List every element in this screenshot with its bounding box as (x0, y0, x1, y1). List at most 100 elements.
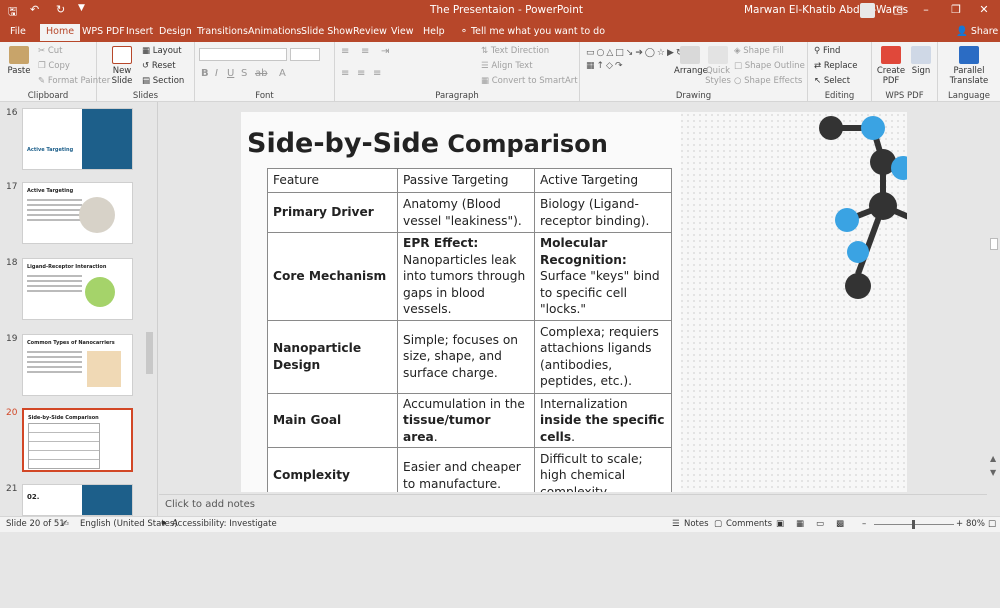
quick-styles-button[interactable]: Quick Styles (704, 46, 732, 86)
next-slide-icon[interactable]: ▼ (990, 468, 996, 477)
cut-button[interactable]: ✂ Cut (38, 46, 62, 56)
zoom-out-icon[interactable]: – (862, 519, 866, 529)
paste-button[interactable]: Paste (4, 46, 34, 76)
fit-slide-icon[interactable]: □ (988, 519, 996, 529)
tell-me-search[interactable]: ⚬ Tell me what you want to do (460, 26, 605, 37)
tab-home[interactable]: Home (40, 24, 81, 41)
italic-icon[interactable]: I (215, 68, 218, 79)
comparison-table[interactable]: Feature Passive Targeting Active Targeti… (267, 168, 672, 492)
find-button[interactable]: ⚲ Find (814, 46, 840, 56)
user-name[interactable]: Marwan El-Khatib Abd El-Wares (744, 4, 908, 16)
share-button[interactable]: 👤 Share (956, 26, 998, 37)
tab-slide-show[interactable]: Slide Show (301, 26, 353, 37)
shapes-gallery[interactable]: ▭○△□↘➔◯☆▶↻{}▦↑◇↷ (586, 47, 699, 87)
sign-button[interactable]: Sign (908, 46, 934, 76)
tab-review[interactable]: Review (353, 26, 387, 37)
notes-pane[interactable]: Click to add notes (159, 494, 987, 516)
shape-outline-button[interactable]: □ Shape Outline (734, 61, 805, 71)
slide-title[interactable]: Side-by-Side Comparison (247, 128, 608, 159)
slide[interactable]: Side-by-Side Comparison Feature Passive … (241, 112, 907, 492)
tab-design[interactable]: Design (159, 26, 192, 37)
tab-insert[interactable]: Insert (126, 26, 153, 37)
table-row: Primary Driver Anatomy (Blood vessel "le… (267, 192, 672, 233)
comments-button[interactable]: Comments (726, 519, 772, 529)
underline-icon[interactable]: U (227, 68, 234, 79)
arrange-button[interactable]: Arrange (674, 46, 708, 76)
select-button[interactable]: ↖ Select (814, 76, 850, 86)
smartart-button[interactable]: ▦ Convert to SmartArt (481, 76, 578, 86)
section-label: Section (152, 76, 185, 86)
maximize-icon[interactable]: ❐ (948, 3, 964, 19)
customize-quick-access-icon[interactable]: ▼ (78, 3, 85, 13)
table-row: Core Mechanism EPR Effect: Nanoparticles… (267, 232, 672, 321)
slide-thumbnail[interactable]: Active Targeting (22, 182, 133, 244)
copy-button[interactable]: ❐ Copy (38, 61, 70, 71)
numbering-icon[interactable]: ≡ (361, 46, 369, 57)
tab-wps-pdf[interactable]: WPS PDF (82, 26, 125, 37)
tab-transitions[interactable]: Transitions (197, 26, 248, 37)
thumbnail-scrollbar[interactable] (145, 208, 154, 608)
close-icon[interactable]: ✕ (976, 3, 992, 19)
zoom-level[interactable]: 80% (966, 519, 985, 529)
align-right-icon[interactable]: ≡ (373, 68, 381, 79)
tab-animations[interactable]: Animations (248, 26, 301, 37)
font-size-combo[interactable] (290, 48, 320, 61)
canvas-scrollbar[interactable]: ▲ ▼ (988, 102, 1000, 516)
redo-icon[interactable]: ↻ (56, 3, 65, 16)
bullets-icon[interactable]: ≡ (341, 46, 349, 57)
canvas-scroll-thumb[interactable] (990, 238, 998, 250)
previous-slide-icon[interactable]: ▲ (990, 454, 996, 463)
passive-bold: tissue/tumor area (403, 413, 491, 444)
accessibility-status[interactable]: Accessibility: Investigate (172, 519, 277, 529)
slide-thumbnail[interactable]: Active Targeting (22, 108, 133, 170)
active-end: . (571, 429, 575, 444)
slide-thumbnail[interactable]: Common Types of Nanocarriers (22, 334, 133, 396)
zoom-in-icon[interactable]: + (956, 519, 963, 529)
slide-thumbnail[interactable]: 02. (22, 484, 133, 516)
save-icon[interactable]: 🖫 (8, 3, 17, 22)
avatar[interactable] (860, 3, 875, 18)
minimize-icon[interactable]: – (918, 3, 934, 19)
normal-view-icon[interactable]: ▣ (776, 519, 784, 529)
thumb-title: Side-by-Side Comparison (28, 415, 99, 421)
strikethrough-icon[interactable]: ab (255, 68, 267, 79)
indent-icon[interactable]: ⇥ (381, 46, 389, 57)
passive-text: Nanoparticles leak into tumors through g… (403, 252, 526, 317)
reading-view-icon[interactable]: ▭ (816, 519, 824, 529)
align-left-icon[interactable]: ≡ (341, 68, 349, 79)
spelling-icon[interactable]: ✍ (62, 519, 69, 529)
tab-view[interactable]: View (391, 26, 414, 37)
zoom-slider-knob[interactable] (912, 520, 915, 529)
scrollbar-thumb[interactable] (146, 332, 153, 374)
shape-fill-button[interactable]: ◈ Shape Fill (734, 46, 784, 56)
comments-icon: ▢ (714, 519, 723, 529)
slide-sorter-icon[interactable]: ▦ (796, 519, 804, 529)
shape-effects-button[interactable]: ○ Shape Effects (734, 76, 802, 86)
align-text-button[interactable]: ☰ Align Text (481, 61, 533, 71)
bold-icon[interactable]: B (201, 68, 209, 79)
font-color-icon[interactable]: A (279, 68, 286, 79)
notes-button[interactable]: Notes (684, 519, 709, 529)
slide-show-icon[interactable]: ▩ (836, 519, 844, 529)
reset-button[interactable]: ↺ Reset (142, 61, 176, 71)
text-direction-button[interactable]: ⇅ Text Direction (481, 46, 549, 56)
slide-thumbnail[interactable]: Ligand-Receptor Interaction (22, 258, 133, 320)
font-family-combo[interactable] (199, 48, 287, 61)
undo-icon[interactable]: ↶ (30, 3, 39, 16)
create-pdf-button[interactable]: Create PDF (875, 46, 907, 86)
replace-button[interactable]: ⇄ Replace (814, 61, 857, 71)
ribbon-display-icon[interactable]: □ (890, 3, 906, 19)
align-center-icon[interactable]: ≡ (357, 68, 365, 79)
tab-help[interactable]: Help (423, 26, 445, 37)
layout-button[interactable]: ▦ Layout (142, 46, 182, 56)
thumb-number: 18 (6, 258, 18, 268)
new-slide-button[interactable]: New Slide (105, 46, 139, 86)
font-group-label: Font (255, 91, 274, 101)
header-cell: Passive Targeting (397, 168, 535, 193)
shadow-icon[interactable]: S (241, 68, 247, 79)
section-button[interactable]: ▤ Section (142, 76, 184, 86)
slide-thumbnail-selected[interactable]: Side-by-Side Comparison (22, 408, 133, 472)
tab-file[interactable]: File (10, 26, 26, 37)
parallel-translate-button[interactable]: Parallel Translate (942, 46, 996, 86)
group-language: Parallel Translate Language (938, 42, 1000, 102)
